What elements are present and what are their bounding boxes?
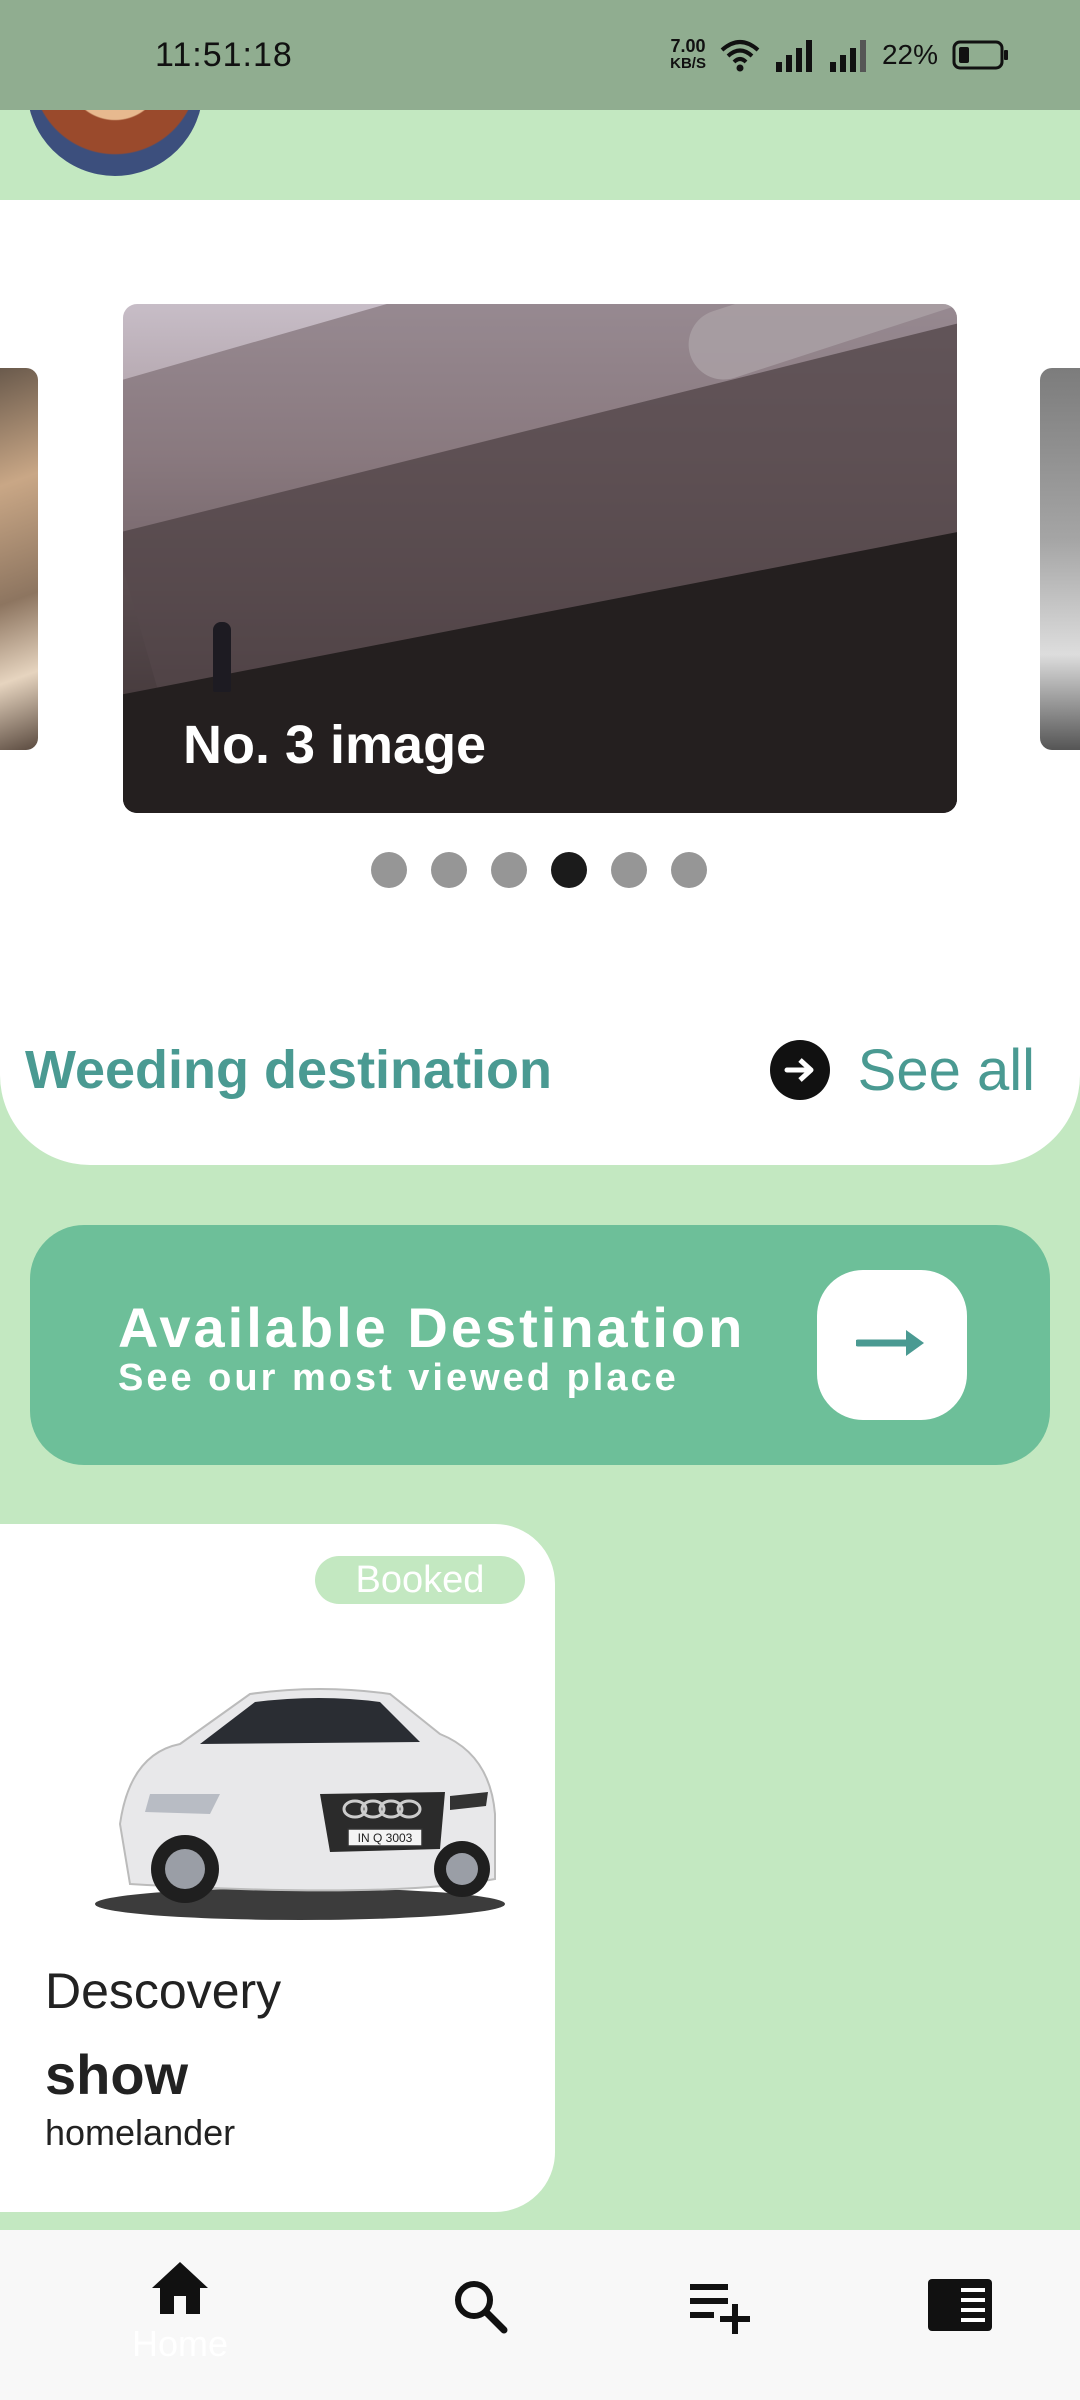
carousel-dot[interactable] [371, 852, 407, 888]
car-image: IN Q 3003 [95, 1688, 505, 1920]
battery-icon [952, 40, 1010, 70]
home-icon [150, 2260, 210, 2321]
section-header: Weeding destination See all [25, 1030, 1035, 1110]
carousel-next-image[interactable] [1040, 368, 1080, 750]
see-all-label[interactable]: See all [858, 1037, 1035, 1104]
network-speed: 7.00 KB/S [670, 37, 706, 73]
nav-search[interactable] [420, 2260, 540, 2380]
banner-arrow-button[interactable] [817, 1270, 967, 1420]
banner-subtitle: See our most viewed place [118, 1357, 679, 1399]
carousel-dot-active[interactable] [551, 852, 587, 888]
carousel-image[interactable]: No. 3 image [123, 304, 957, 813]
status-icons: 7.00 KB/S 22% [670, 37, 1010, 73]
see-all-button[interactable]: See all [769, 1037, 1035, 1104]
status-bar: 11:51:18 7.00 KB/S 22% [0, 0, 1080, 110]
search-icon [450, 2260, 510, 2341]
status-badge: Booked [315, 1556, 525, 1604]
carousel-caption: No. 3 image [183, 715, 487, 775]
arrow-right-icon [854, 1326, 928, 1365]
carousel-dot[interactable] [611, 852, 647, 888]
article-icon [927, 2260, 993, 2337]
signal-icon [774, 38, 814, 72]
card-owner: homelander [45, 2112, 236, 2153]
nav-add-to-list[interactable] [660, 2260, 780, 2380]
carousel-dot[interactable] [491, 852, 527, 888]
playlist-add-icon [688, 2260, 752, 2341]
status-time: 11:51:18 [155, 35, 293, 74]
card-title: Descovery [45, 1963, 282, 2019]
carousel-dot[interactable] [671, 852, 707, 888]
signal-icon-2 [828, 38, 868, 72]
network-speed-value: 7.00 [670, 36, 706, 56]
carousel-indicator [371, 852, 707, 888]
section-title: Weeding destination [25, 1040, 553, 1100]
card-subtitle: show [45, 2043, 189, 2106]
arrow-circle-right-icon[interactable] [769, 1040, 830, 1100]
hiker-figure [213, 622, 231, 692]
battery-percent: 22% [881, 39, 938, 70]
nav-home-label: Home [131, 2323, 229, 2364]
nav-articles[interactable] [900, 2260, 1020, 2380]
wifi-icon [720, 38, 760, 72]
bottom-navigation: Home [0, 2230, 1080, 2400]
destination-card[interactable]: Booked IN Q 3003 Descovery show homeland… [0, 1524, 555, 2212]
carousel-prev-image[interactable] [0, 368, 38, 750]
car-plate-text: IN Q 3003 [358, 1831, 413, 1845]
carousel-dot[interactable] [431, 852, 467, 888]
nav-home[interactable]: Home [120, 2260, 240, 2380]
available-destination-banner[interactable]: Available Destination See our most viewe… [30, 1225, 1050, 1465]
banner-title: Available Destination [118, 1296, 746, 1359]
network-speed-unit: KB/S [670, 55, 706, 72]
